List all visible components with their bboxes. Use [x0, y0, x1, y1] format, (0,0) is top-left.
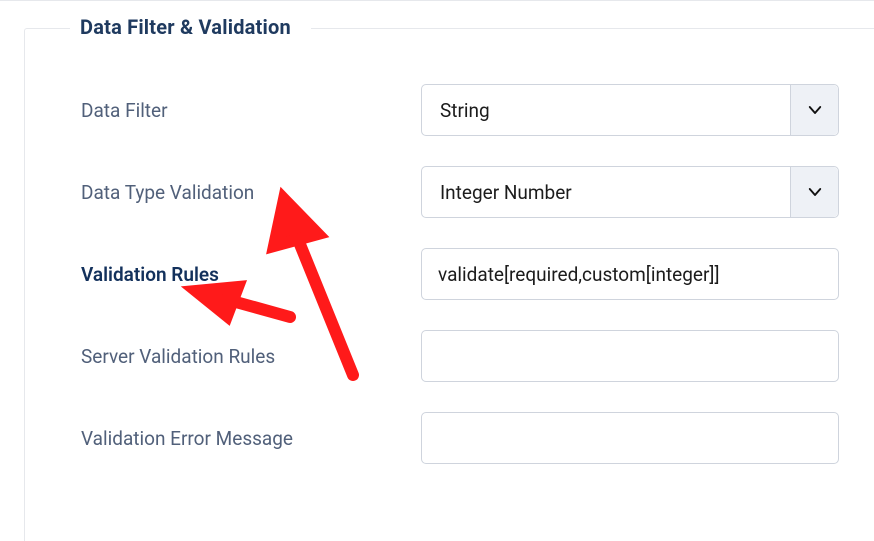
fieldset-data-filter-validation: Data Filter & Validation Data Filter Str…	[24, 28, 874, 541]
chevron-down-icon	[790, 167, 838, 217]
chevron-down-icon	[790, 85, 838, 135]
row-validation-rules: Validation Rules	[25, 248, 874, 300]
row-server-validation-rules: Server Validation Rules	[25, 330, 874, 382]
row-data-type-validation: Data Type Validation Integer Number	[25, 166, 874, 218]
select-data-filter[interactable]: String	[421, 84, 839, 136]
label-server-validation-rules: Server Validation Rules	[81, 345, 421, 368]
input-server-validation-rules[interactable]	[421, 330, 839, 382]
select-data-type-validation-value: Integer Number	[440, 181, 572, 204]
label-data-type-validation: Data Type Validation	[81, 181, 421, 204]
row-validation-error-message: Validation Error Message	[25, 412, 874, 464]
top-divider	[0, 0, 874, 1]
input-validation-error-message[interactable]	[421, 412, 839, 464]
row-data-filter: Data Filter String	[25, 84, 874, 136]
select-data-filter-value: String	[440, 99, 490, 122]
select-data-type-validation[interactable]: Integer Number	[421, 166, 839, 218]
label-validation-error-message: Validation Error Message	[81, 427, 421, 450]
input-validation-rules[interactable]	[421, 248, 839, 300]
label-data-filter: Data Filter	[81, 99, 421, 122]
label-validation-rules: Validation Rules	[81, 263, 421, 286]
section-title: Data Filter & Validation	[70, 15, 311, 39]
